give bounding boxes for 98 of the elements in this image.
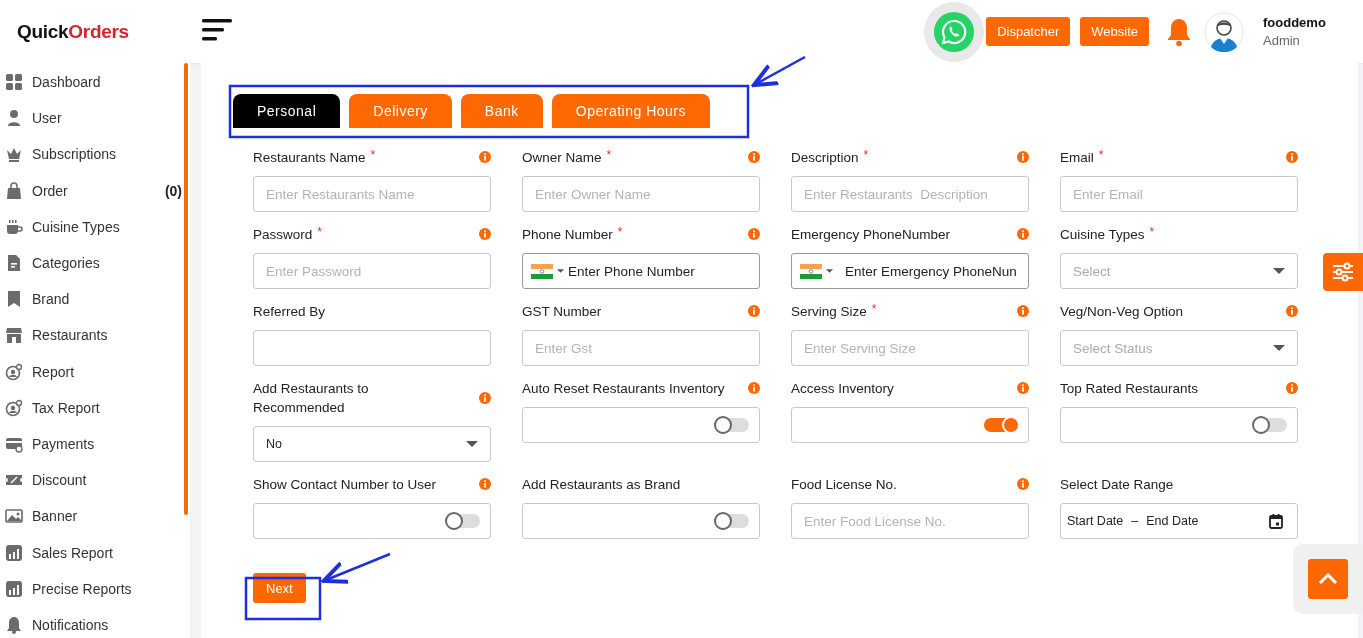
- sidebar-item[interactable]: Report: [0, 353, 190, 390]
- sidebar-item[interactable]: Dashboard: [0, 64, 190, 101]
- sidebar-item[interactable]: Precise Reports: [0, 570, 190, 607]
- field-label: Email: [1060, 149, 1094, 167]
- cup-icon: [5, 217, 23, 236]
- input-field[interactable]: Enter Food License No.: [791, 503, 1029, 539]
- sidebar-item[interactable]: Discount: [0, 462, 190, 499]
- scroll-to-top-button[interactable]: [1308, 559, 1348, 599]
- field-label: Top Rated Restaurants: [1060, 380, 1199, 398]
- caret-icon: [1273, 345, 1285, 351]
- caret-icon: [466, 441, 478, 447]
- field-label: Select Date Range: [1060, 476, 1174, 494]
- sliders-icon: [1332, 262, 1354, 282]
- field-label: Show Contact Number to User: [253, 476, 437, 494]
- grid-icon: [5, 73, 23, 92]
- input-field[interactable]: Enter Email: [1060, 176, 1298, 212]
- user-circle-icon: [5, 398, 23, 417]
- india-flag-icon: [531, 263, 553, 279]
- required-mark: *: [863, 148, 869, 163]
- annotation-arrow: [321, 552, 391, 584]
- input-field[interactable]: [253, 330, 491, 366]
- bell-icon: [5, 615, 23, 634]
- user-circle-icon: [5, 362, 23, 381]
- sidebar-item[interactable]: User: [0, 100, 190, 137]
- sidebar-item[interactable]: Cuisine Types: [0, 208, 190, 245]
- input-field[interactable]: Enter Serving Size: [791, 330, 1029, 366]
- chevron-up-icon: [1318, 573, 1338, 585]
- field-label: Veg/Non-Veg Option: [1060, 303, 1184, 321]
- sidebar-item[interactable]: Order (0): [0, 172, 190, 209]
- chat-bubble-icon: [934, 12, 975, 52]
- field-label: Description: [791, 149, 859, 167]
- required-mark: *: [1098, 148, 1104, 163]
- bookmark-icon: [5, 290, 23, 309]
- scrollbar-thumb[interactable]: [184, 63, 188, 515]
- field-label: Access Inventory: [791, 380, 894, 398]
- document-icon: [5, 254, 23, 273]
- input-field[interactable]: Enter Restaurants Name: [253, 176, 491, 212]
- required-mark: *: [871, 302, 877, 317]
- required-mark: *: [606, 148, 612, 163]
- tab[interactable]: Personal: [233, 94, 341, 128]
- field-label: Referred By: [253, 303, 326, 321]
- input-field[interactable]: Enter Gst: [522, 330, 760, 366]
- field-label: Add Restaurants as Brand: [522, 476, 681, 494]
- image-icon: [5, 507, 23, 526]
- caret-icon: [826, 269, 833, 273]
- india-flag-icon: [800, 263, 822, 279]
- annotation-arrow: [751, 55, 806, 88]
- person-icon: [5, 109, 23, 128]
- sidebar-item[interactable]: Notifications: [0, 606, 190, 638]
- caret-icon: [1273, 268, 1285, 274]
- user-role: Admin: [1263, 33, 1301, 48]
- field-label: GST Number: [522, 303, 602, 321]
- bell-icon[interactable]: [1166, 16, 1192, 47]
- date-range-field[interactable]: Start Date – End Date: [1060, 503, 1298, 539]
- sidebar-item[interactable]: Categories: [0, 244, 190, 282]
- input-field[interactable]: Enter Password: [253, 253, 491, 289]
- sidebar-item[interactable]: Tax Report: [0, 389, 190, 426]
- field-label: Cuisine Types: [1060, 226, 1145, 244]
- input-field[interactable]: Enter Restaurants Description: [791, 176, 1029, 212]
- toggle-switch[interactable]: [1253, 418, 1287, 432]
- toggle-switch[interactable]: [984, 418, 1018, 432]
- dropdown[interactable]: No: [253, 426, 491, 462]
- phone-field[interactable]: Enter Emergency PhoneNun: [791, 253, 1029, 289]
- required-mark: *: [617, 225, 623, 240]
- field-label: Emergency PhoneNumber: [791, 226, 951, 244]
- required-mark: *: [370, 148, 376, 163]
- toggle-switch[interactable]: [715, 418, 749, 432]
- chart-icon: [5, 579, 23, 598]
- calendar-icon: [1269, 513, 1283, 529]
- field-label: Food License No.: [791, 476, 897, 494]
- field-label: Auto Reset Restaurants Inventory: [522, 380, 725, 398]
- settings-button[interactable]: [1323, 253, 1363, 291]
- logo: QuickOrders: [17, 21, 129, 43]
- input-field[interactable]: Enter Owner Name: [522, 176, 760, 212]
- toggle-switch[interactable]: [715, 514, 749, 528]
- avatar-icon[interactable]: [1204, 11, 1244, 52]
- bag-icon: [5, 181, 23, 200]
- field-label: Restaurants Name: [253, 149, 366, 167]
- phone-field[interactable]: Enter Phone Number: [522, 253, 760, 289]
- chart-icon: [5, 543, 23, 562]
- field-label: Add Restaurants to Recommended: [253, 380, 370, 417]
- menu-icon[interactable]: [202, 18, 232, 41]
- sidebar-item[interactable]: Banner: [0, 498, 190, 535]
- sidebar-item[interactable]: Sales Report: [0, 534, 190, 571]
- field-label: Owner Name: [522, 149, 602, 167]
- caret-icon: [557, 269, 564, 273]
- user-name: fooddemo: [1263, 15, 1327, 30]
- sidebar-item[interactable]: Restaurants: [0, 317, 190, 354]
- field-label: Phone Number: [522, 226, 613, 244]
- field-label: Serving Size: [791, 303, 867, 321]
- store-icon: [5, 326, 23, 345]
- required-mark: *: [317, 225, 322, 240]
- field-label: Password: [253, 226, 313, 244]
- required-mark: *: [1149, 225, 1155, 240]
- sidebar-item[interactable]: Brand: [0, 281, 190, 318]
- sidebar-item[interactable]: Payments: [0, 425, 190, 463]
- toggle-switch[interactable]: [446, 514, 480, 528]
- sidebar-item[interactable]: Subscriptions: [0, 136, 190, 173]
